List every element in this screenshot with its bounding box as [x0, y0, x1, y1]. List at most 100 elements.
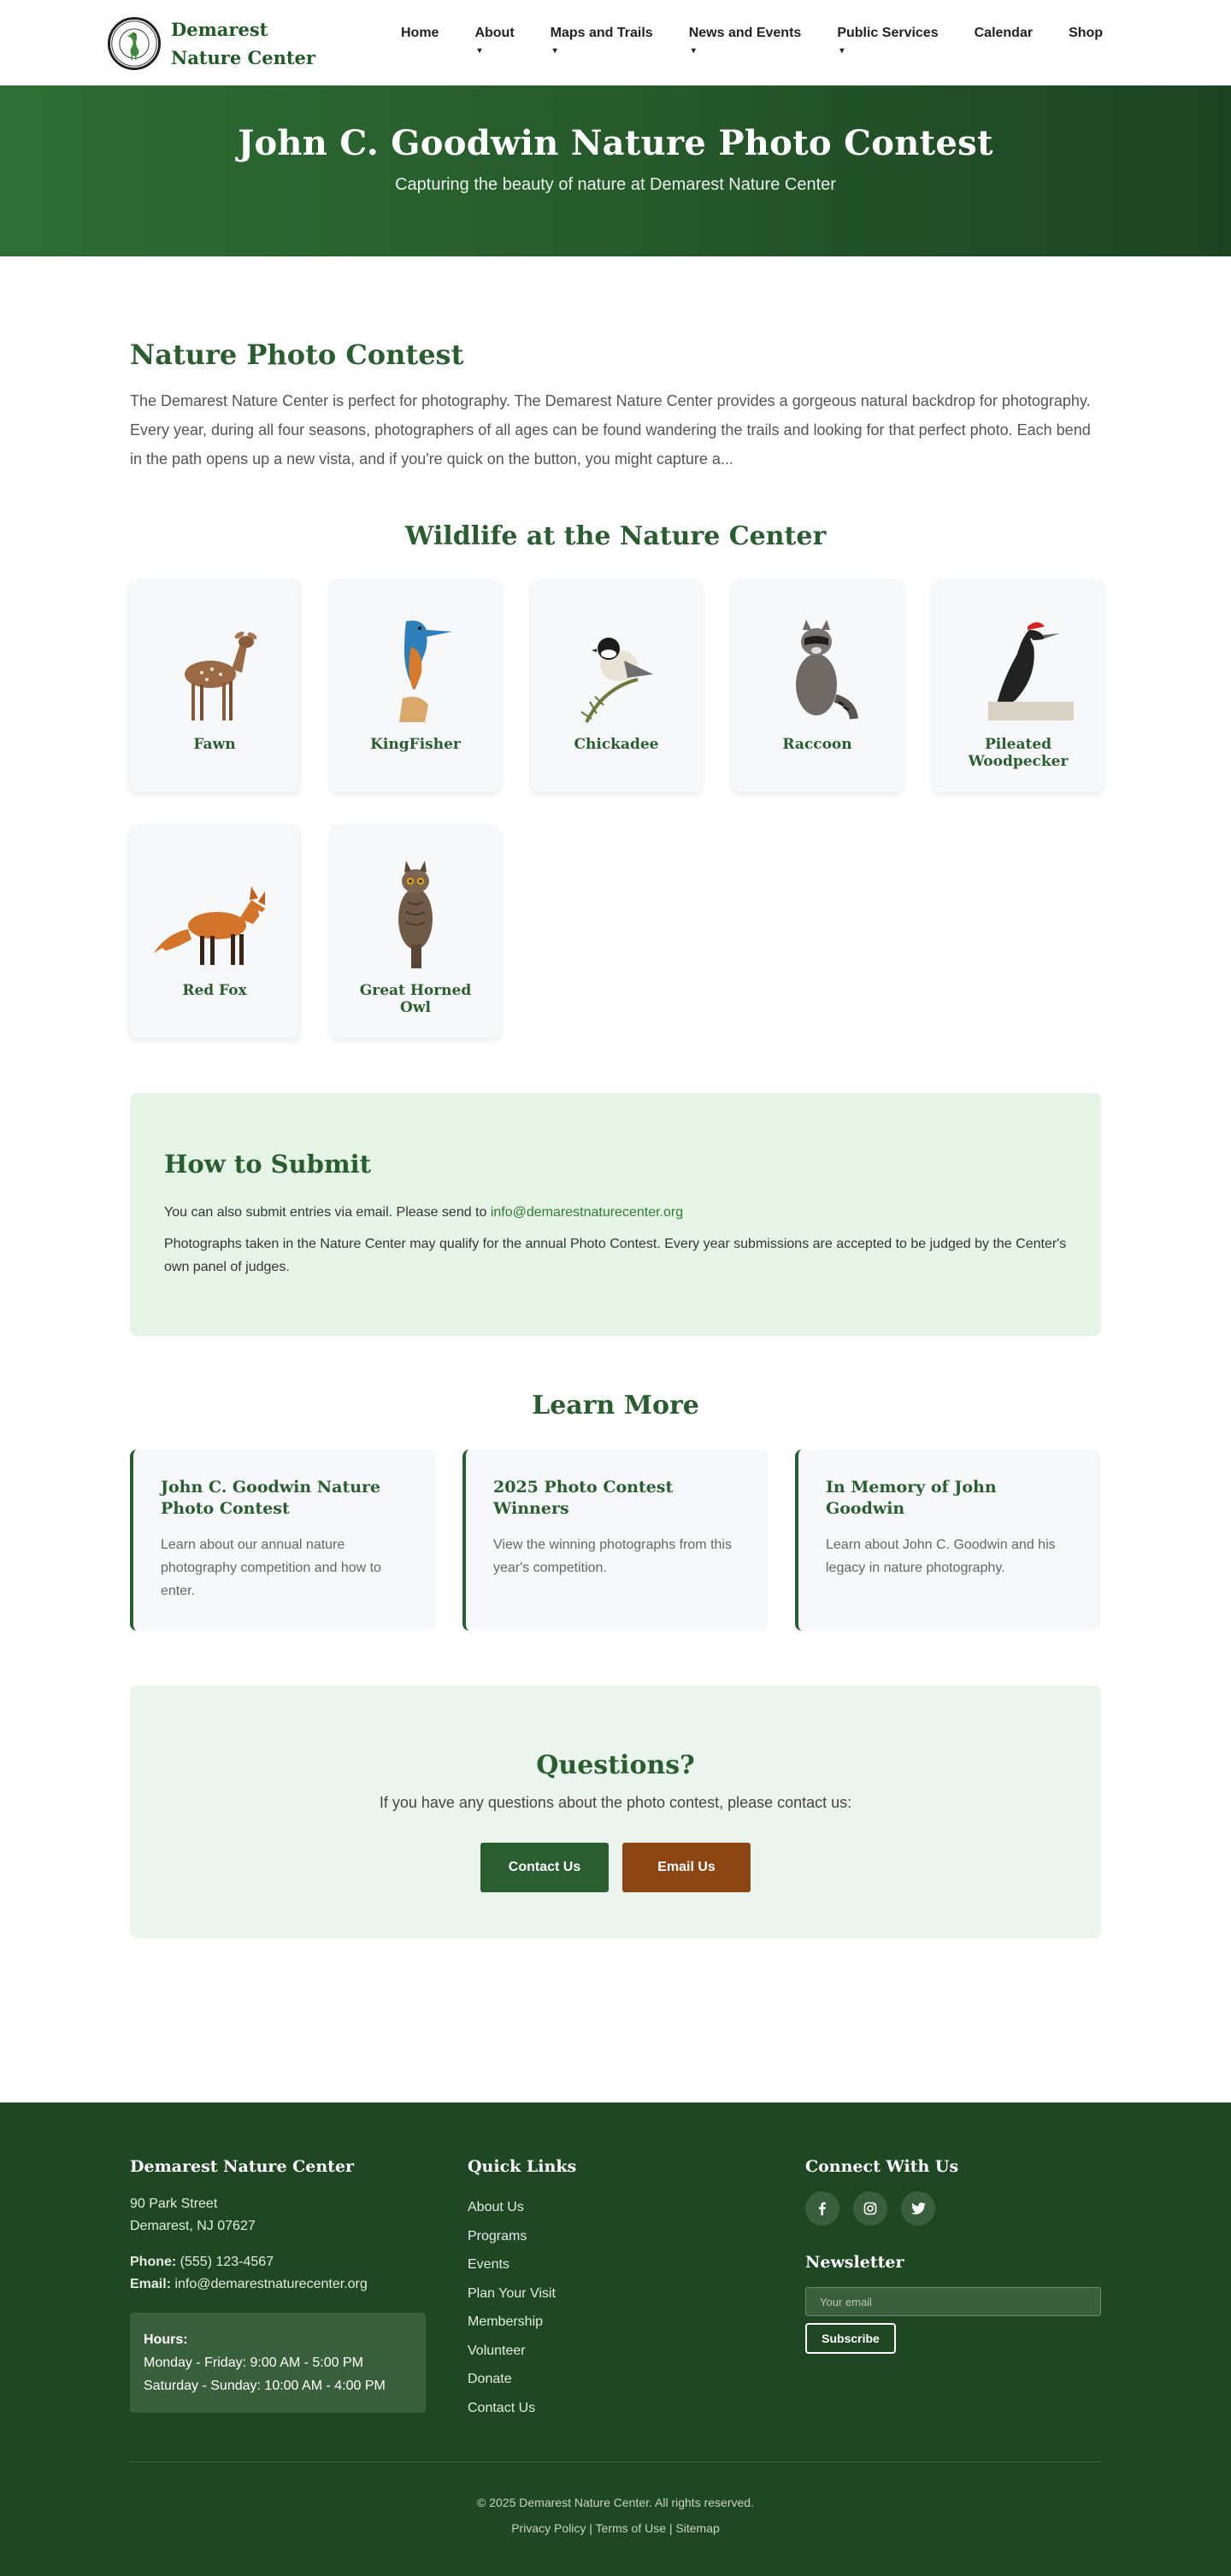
main-content: Nature Photo Contest The Demarest Nature…	[130, 256, 1103, 1938]
phone-number[interactable]: (555) 123-4567	[180, 2255, 274, 2269]
footer-bottom: © 2025 Demarest Nature Center. All right…	[0, 2496, 1231, 2535]
animal-card-kingfisher[interactable]: KingFisher	[331, 580, 500, 792]
animal-name: Raccoon	[782, 736, 852, 753]
chevron-down-icon[interactable]: ▾	[692, 46, 696, 56]
hours-weekday: Monday - Friday: 9:00 AM - 5:00 PM	[144, 2355, 363, 2370]
learn-card-winners[interactable]: 2025 Photo Contest Winners View the winn…	[462, 1450, 768, 1631]
nav-about[interactable]: About ▾	[456, 19, 532, 65]
animal-card-great-horned-owl[interactable]: Great Horned Owl	[331, 826, 500, 1038]
separator: |	[666, 2521, 676, 2535]
nav-calendar[interactable]: Calendar	[957, 19, 1051, 65]
animal-name: Great Horned Owl	[359, 982, 472, 1016]
fawn-icon	[185, 632, 257, 720]
twitter-icon[interactable]	[901, 2191, 935, 2226]
hero-subtitle: Capturing the beauty of nature at Demare…	[395, 175, 836, 194]
nav-maps-and-trails[interactable]: Maps and Trails ▾	[533, 19, 671, 65]
kingfisher-icon	[399, 620, 452, 722]
animal-card-pileated-woodpecker[interactable]: Pileated Woodpecker	[934, 580, 1103, 792]
nav-shop-label: Shop	[1069, 26, 1104, 40]
nav-public-services[interactable]: Public Services ▾	[819, 19, 956, 65]
submit-email-line: You can also submit entries via email. P…	[164, 1201, 1067, 1224]
address-line-1: 90 Park Street	[130, 2197, 218, 2211]
red-fox-icon	[154, 886, 268, 965]
chevron-down-icon[interactable]: ▾	[477, 46, 481, 56]
questions-section: Questions? If you have any questions abo…	[130, 1685, 1101, 1938]
animal-card-red-fox[interactable]: Red Fox	[130, 826, 299, 1038]
separator: |	[586, 2521, 596, 2535]
woodpecker-image	[934, 613, 1103, 724]
learn-more-heading: Learn More	[532, 1391, 699, 1420]
learn-card-text: Learn about John C. Goodwin and his lega…	[826, 1538, 1056, 1575]
animal-name: Chickadee	[574, 736, 659, 753]
nav-home[interactable]: Home	[383, 19, 456, 65]
quick-link-donate[interactable]: Donate	[468, 2365, 805, 2394]
animal-name: Pileated Woodpecker	[968, 736, 1069, 770]
subscribe-button[interactable]: Subscribe	[805, 2323, 896, 2354]
terms-of-use-link[interactable]: Terms of Use	[596, 2521, 666, 2535]
main-nav: Home About ▾ Maps and Trails ▾ News and …	[383, 19, 1121, 65]
nav-maps-label: Maps and Trails	[550, 26, 653, 40]
learn-more-grid: John C. Goodwin Nature Photo Contest Lea…	[130, 1450, 1101, 1631]
footer-contact: Phone: (555) 123-4567 Email: info@demare…	[130, 2251, 468, 2296]
chevron-down-icon[interactable]: ▾	[839, 46, 844, 56]
intro-heading: Nature Photo Contest	[130, 338, 464, 371]
facebook-icon[interactable]	[805, 2191, 839, 2226]
red-fox-image	[130, 859, 299, 970]
learn-card-title: John C. Goodwin Nature Photo Contest	[161, 1478, 381, 1518]
submit-email-link[interactable]: info@demarestnaturecenter.org	[491, 1205, 683, 1220]
raccoon-icon	[796, 620, 858, 720]
animal-card-fawn[interactable]: Fawn	[130, 580, 299, 792]
footer-org-column: Demarest Nature Center 90 Park Street De…	[130, 2157, 468, 2422]
quick-link-programs[interactable]: Programs	[468, 2222, 805, 2251]
submit-email-prefix: You can also submit entries via email. P…	[164, 1205, 491, 1220]
nav-shop[interactable]: Shop	[1051, 19, 1121, 65]
page-title: John C. Goodwin Nature Photo Contest	[238, 123, 993, 163]
connect-heading: Connect With Us	[805, 2157, 959, 2176]
quick-link-events[interactable]: Events	[468, 2250, 805, 2279]
chevron-down-icon[interactable]: ▾	[553, 46, 557, 56]
logo-link[interactable]: Demarest Nature Center	[108, 15, 364, 72]
footer-quick-links-column: Quick Links About Us Programs Events Pla…	[468, 2157, 805, 2422]
animal-name: Fawn	[193, 736, 236, 753]
raccoon-image	[733, 613, 902, 724]
hours-box: Hours: Monday - Friday: 9:00 AM - 5:00 P…	[130, 2313, 426, 2413]
footer-email[interactable]: info@demarestnaturecenter.org	[174, 2277, 367, 2291]
phone-label: Phone:	[130, 2255, 177, 2269]
submit-heading: How to Submit	[164, 1150, 372, 1179]
email-us-button[interactable]: Email Us	[622, 1843, 751, 1892]
quick-link-volunteer[interactable]: Volunteer	[468, 2337, 805, 2366]
privacy-policy-link[interactable]: Privacy Policy	[511, 2521, 586, 2535]
owl-icon	[398, 861, 433, 968]
email-label: Email:	[130, 2277, 172, 2291]
sitemap-link[interactable]: Sitemap	[675, 2521, 719, 2535]
owl-image	[331, 859, 500, 970]
instagram-icon[interactable]	[853, 2191, 887, 2226]
footer-columns: Demarest Nature Center 90 Park Street De…	[130, 2103, 1101, 2422]
quick-link-contact-us[interactable]: Contact Us	[468, 2394, 805, 2423]
learn-card-text: Learn about our annual nature photograph…	[161, 1538, 381, 1598]
contact-us-button[interactable]: Contact Us	[480, 1843, 609, 1892]
woodpecker-icon	[988, 622, 1074, 720]
submit-description: Photographs taken in the Nature Center m…	[164, 1237, 1067, 1274]
newsletter-email-input[interactable]: Your email	[805, 2287, 1101, 2316]
copyright: © 2025 Demarest Nature Center. All right…	[477, 2496, 754, 2509]
questions-text: If you have any questions about the phot…	[379, 1794, 852, 1811]
learn-card-text: View the winning photographs from this y…	[493, 1538, 732, 1575]
quick-link-about-us[interactable]: About Us	[468, 2193, 805, 2222]
nav-news-and-events[interactable]: News and Events ▾	[671, 19, 820, 65]
learn-more-section: Learn More John C. Goodwin Nature Photo …	[130, 1336, 1101, 1631]
animal-card-raccoon[interactable]: Raccoon	[733, 580, 902, 792]
learn-card-photo-contest[interactable]: John C. Goodwin Nature Photo Contest Lea…	[130, 1450, 435, 1631]
quick-link-membership[interactable]: Membership	[468, 2308, 805, 2337]
social-links	[805, 2191, 1101, 2226]
quick-link-plan-your-visit[interactable]: Plan Your Visit	[468, 2279, 805, 2308]
learn-card-title: In Memory of John Goodwin	[826, 1478, 997, 1518]
site-name: Demarest Nature Center	[171, 19, 315, 68]
nav-home-label: Home	[401, 26, 439, 40]
wildlife-section: Wildlife at the Nature Center Fawn KingF…	[130, 473, 1103, 1038]
chickadee-image	[532, 613, 701, 724]
newsletter-heading: Newsletter	[805, 2253, 904, 2272]
animal-card-chickadee[interactable]: Chickadee	[532, 580, 701, 792]
learn-card-memory[interactable]: In Memory of John Goodwin Learn about Jo…	[795, 1450, 1100, 1631]
nav-calendar-label: Calendar	[974, 26, 1034, 40]
